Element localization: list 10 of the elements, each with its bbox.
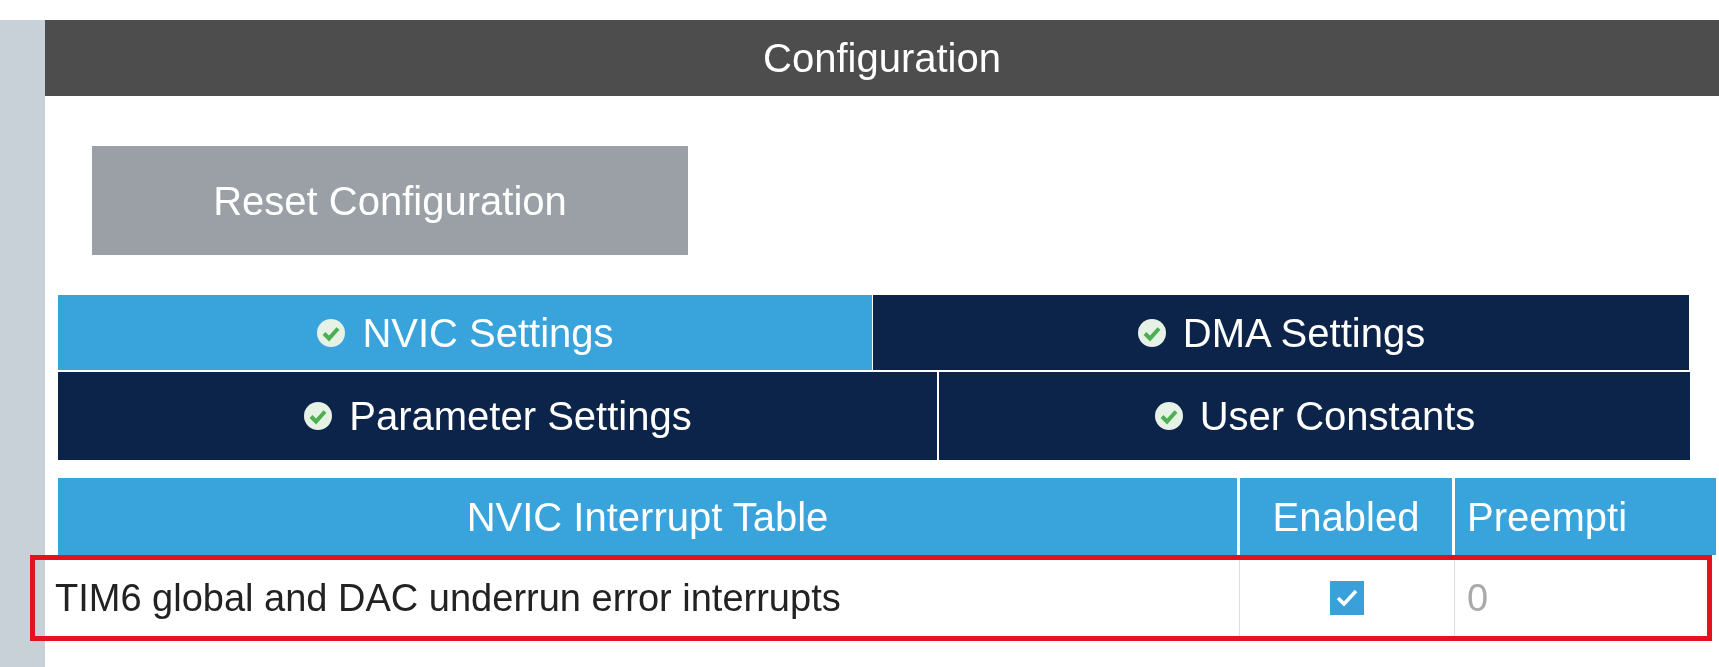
column-header: NVIC Interrupt Table xyxy=(58,478,1240,555)
settings-tab[interactable]: DMA Settings xyxy=(873,295,1689,370)
column-header: Preempti xyxy=(1455,478,1719,555)
settings-tab[interactable]: User Constants xyxy=(939,372,1690,460)
panel-title: Configuration xyxy=(45,20,1719,96)
table-cell: TIM6 global and DAC underrun error interrupts xyxy=(35,560,1240,636)
settings-tab[interactable]: Parameter Settings xyxy=(58,372,937,460)
table-cell-text: 0 xyxy=(1466,575,1490,621)
checkbox[interactable] xyxy=(1330,581,1364,615)
column-header: Enabled xyxy=(1240,478,1455,555)
